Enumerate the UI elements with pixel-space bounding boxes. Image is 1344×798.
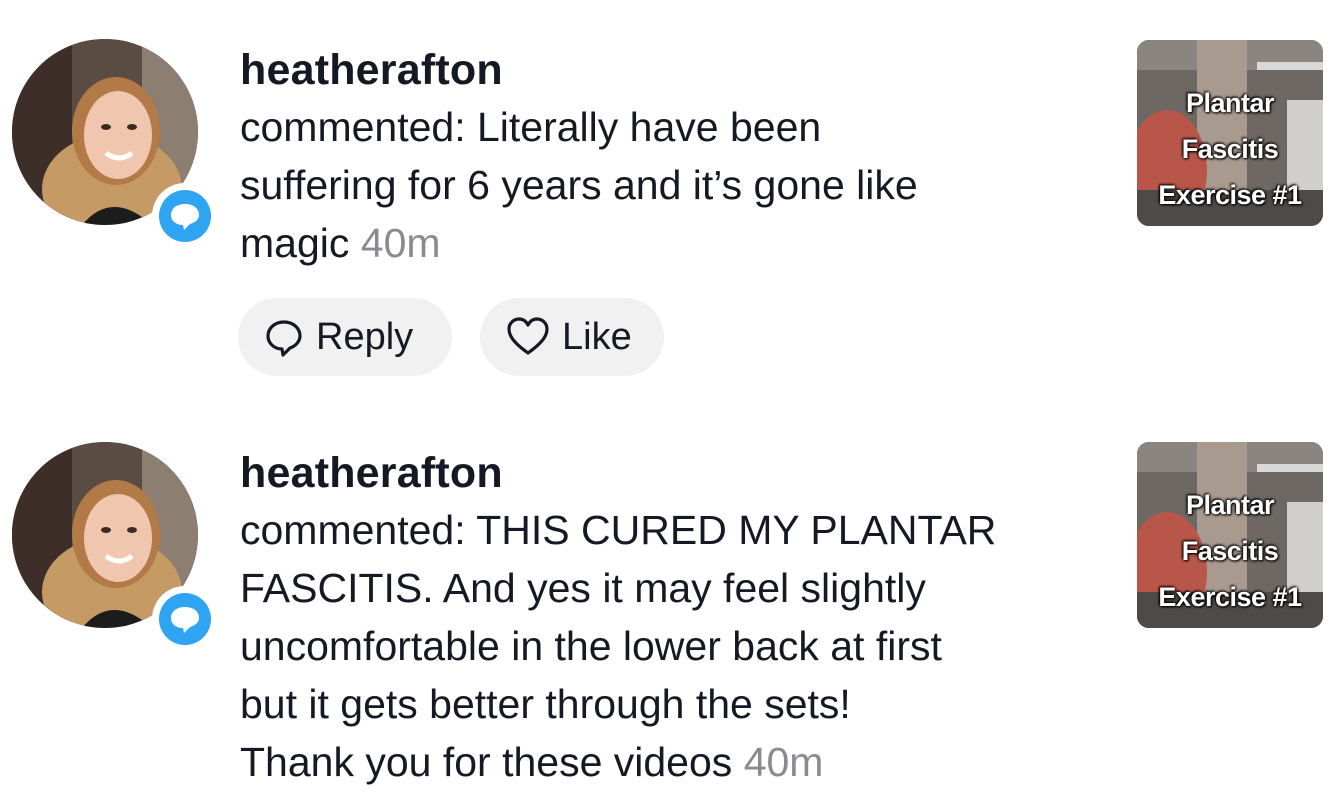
thumbnail-caption-line: Exercise #1: [1158, 582, 1302, 612]
thumbnail-caption-line: Fascitis: [1181, 134, 1279, 164]
video-thumbnail[interactable]: Plantar Fascitis Exercise #1: [1137, 442, 1323, 628]
comment-text: commented: THIS CURED MY PLANTAR FASCITI…: [240, 501, 1100, 791]
timestamp: 40m: [743, 739, 824, 785]
username[interactable]: heatherafton: [240, 44, 1100, 96]
notification-item[interactable]: heatherafton commented: Literally have b…: [0, 0, 1344, 400]
comment-line-last: magic 40m: [240, 214, 1100, 272]
comment-badge: [152, 183, 218, 249]
comment-line: uncomfortable in the lower back at first: [240, 623, 942, 669]
comment-text: commented: Literally have been suffering…: [240, 98, 1100, 272]
comment-line: suffering for 6 years and it’s gone like: [240, 162, 918, 208]
comment-line: FASCITIS. And yes it may feel slightly: [240, 565, 926, 611]
comment-bubble-icon: [171, 204, 199, 230]
comment-badge: [152, 586, 218, 652]
comment-line-last: Thank you for these videos 40m: [240, 733, 1100, 791]
thumbnail-caption-line: Exercise #1: [1158, 180, 1302, 210]
thumbnail-caption-line: Plantar: [1185, 490, 1275, 520]
comment-bubble-icon: [171, 607, 199, 633]
notification-text: heatherafton commented: Literally have b…: [240, 44, 1100, 272]
thumbnail-caption: Plantar Fascitis Exercise #1: [1137, 482, 1323, 620]
thumbnail-caption-line: Plantar: [1185, 88, 1275, 118]
like-button[interactable]: Like: [480, 298, 664, 376]
comment-line: commented: Literally have been: [240, 104, 822, 150]
comment-line: magic: [240, 220, 350, 266]
notification-text: heatherafton commented: THIS CURED MY PL…: [240, 447, 1100, 791]
thumbnail-caption-line: Fascitis: [1181, 536, 1279, 566]
video-thumbnail[interactable]: Plantar Fascitis Exercise #1: [1137, 40, 1323, 226]
like-label: Like: [562, 315, 632, 358]
timestamp: 40m: [360, 220, 441, 266]
avatar-container[interactable]: [12, 39, 218, 249]
comment-line: commented: THIS CURED MY PLANTAR: [240, 507, 997, 553]
reply-button[interactable]: Reply: [238, 298, 452, 376]
reply-bubble-icon: [266, 320, 302, 357]
heart-outline-icon: [507, 317, 549, 355]
avatar-container[interactable]: [12, 442, 218, 652]
thumbnail-caption: Plantar Fascitis Exercise #1: [1137, 80, 1323, 218]
comment-line: Thank you for these videos: [240, 739, 733, 785]
notification-item[interactable]: heatherafton commented: THIS CURED MY PL…: [0, 400, 1344, 798]
username[interactable]: heatherafton: [240, 447, 1100, 499]
reply-label: Reply: [316, 315, 414, 358]
comment-line: but it gets better through the sets!: [240, 681, 851, 727]
